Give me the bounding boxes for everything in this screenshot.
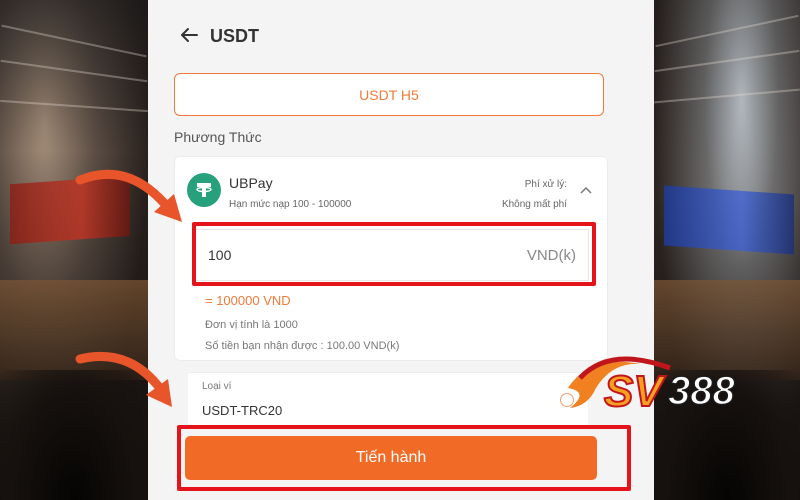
svg-text:388: 388 [668, 369, 735, 413]
tether-icon [187, 173, 221, 207]
stadium-background-left [0, 0, 148, 500]
deposit-limit-text: Hạn mức nạp 100 - 100000 [229, 199, 352, 210]
method-section-label: Phương Thức [174, 129, 262, 145]
svg-text:SV: SV [604, 367, 666, 416]
fee-label: Phí xử lý: [524, 179, 567, 190]
header: USDT [148, 0, 654, 72]
annotation-arrow-icon [75, 351, 172, 407]
wallet-type-field[interactable]: Loại ví USDT-TRC20 [188, 372, 588, 428]
highlight-box-amount [192, 222, 596, 286]
tab-usdt-h5[interactable]: USDT H5 [174, 73, 604, 116]
unit-note: Đơn vị tính là 1000 [205, 319, 298, 331]
page-title: USDT [210, 26, 259, 46]
receive-amount-note: Số tiền bạn nhận được : 100.00 VND(k) [205, 340, 400, 352]
highlight-box-submit [177, 425, 631, 491]
wallet-type-label: Loại ví [202, 381, 232, 392]
wallet-type-value[interactable]: USDT-TRC20 [202, 403, 282, 418]
fee-value: Không mất phí [501, 199, 567, 210]
converted-amount: = 100000 VND [205, 293, 291, 308]
annotation-arrow-icon [75, 169, 182, 222]
chevron-up-icon[interactable] [579, 185, 593, 195]
provider-name: UBPay [229, 175, 273, 191]
sv388-logo: SV 388 [568, 356, 736, 417]
arrow-left-icon[interactable] [178, 24, 200, 46]
